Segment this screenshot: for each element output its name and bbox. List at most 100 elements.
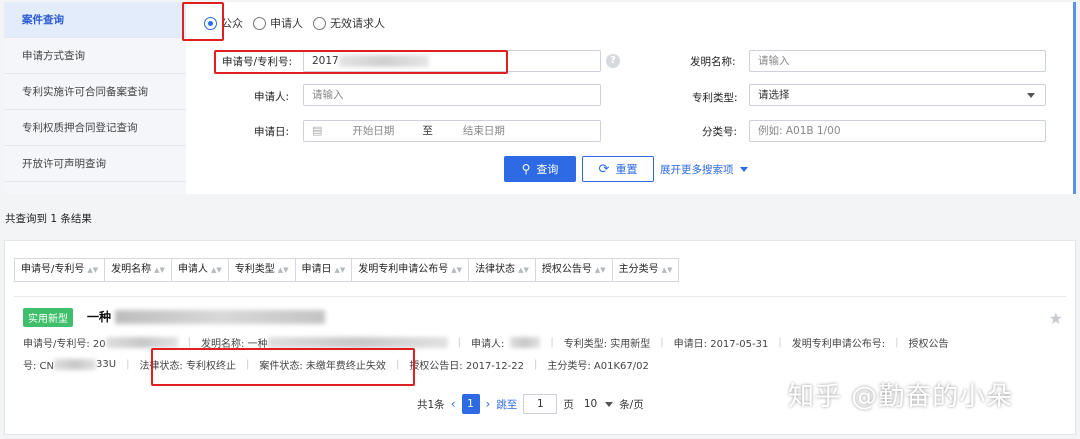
sort-invention-name[interactable]: 发明名称 ▲▼ — [104, 258, 172, 282]
search-button[interactable]: ⚲ 查询 — [504, 156, 576, 182]
class-no-input[interactable]: 例如: A01B 1/00 — [749, 120, 1046, 142]
chevron-down-icon — [739, 167, 748, 172]
invention-name-input[interactable]: 请输入 — [749, 50, 1046, 72]
search-panel: 案件查询 申请方式查询 专利实施许可合同备案查询 专利权质押合同登记查询 开放许… — [4, 2, 1076, 194]
reset-button[interactable]: ⟳ 重置 — [582, 156, 654, 182]
radio-invalidation-requester[interactable]: 无效请求人 — [313, 15, 385, 31]
chevron-down-icon — [1027, 93, 1035, 98]
sidebar-item-case-query[interactable]: 案件查询 — [4, 2, 186, 38]
radio-applicant-label: 申请人 — [270, 17, 303, 30]
sort-invention-name-label: 发明名称 — [111, 264, 152, 275]
redacted-grant-no — [54, 359, 97, 370]
sort-app-no[interactable]: 申请号/专利号 ▲▼ — [14, 258, 106, 282]
calendar-icon: ▤ — [312, 124, 323, 137]
radio-invalidation-requester-label: 无效请求人 — [330, 17, 385, 30]
sort-legal-status[interactable]: 法律状态 ▲▼ — [468, 258, 536, 282]
applicant-label: 申请人: — [254, 91, 290, 103]
sort-icon: ▲▼ — [87, 265, 99, 274]
sort-grant-no-label: 授权公告号 — [541, 264, 592, 275]
page-size-value: 10 — [583, 398, 598, 410]
result-count: 共查询到 1 条结果 — [5, 213, 92, 225]
meta-app-date: 申请日: 2017-05-31 — [673, 339, 769, 350]
star-icon[interactable]: ★ — [1049, 309, 1063, 328]
separator: | — [660, 337, 664, 348]
result-title-link[interactable]: 一种 — [87, 308, 326, 325]
sidebar-item-license-contract-query[interactable]: 专利实施许可合同备案查询 — [4, 74, 186, 110]
meta-main-class: 主分类号: A01K67/02 — [547, 361, 649, 372]
search-icon: ⚲ — [521, 162, 531, 176]
patent-type-placeholder: 请选择 — [758, 89, 790, 101]
sort-legal-status-label: 法律状态 — [475, 264, 516, 275]
patent-type-label: 专利类型: — [692, 92, 738, 104]
sidebar-item-application-method-query[interactable]: 申请方式查询 — [4, 38, 186, 74]
invention-name-label: 发明名称: — [690, 56, 736, 68]
watermark: 知乎 @勤奋的小朵 — [788, 382, 1014, 412]
sort-icon: ▲▼ — [334, 265, 346, 274]
result-title-prefix: 一种 — [87, 310, 112, 324]
separator: | — [895, 337, 899, 348]
app-date-range[interactable]: ▤ 开始日期 至 结束日期 — [303, 120, 601, 142]
sort-main-class[interactable]: 主分类号 ▲▼ — [611, 258, 680, 282]
sort-bar: 申请号/专利号 ▲▼ 发明名称 ▲▼ 申请人 ▲▼ 专利类型 ▲▼ 申请日 ▲▼ 发明专利… — [14, 258, 680, 282]
app-date-label: 申请日: — [254, 126, 290, 138]
sort-icon: ▲▼ — [154, 265, 165, 274]
start-date-input[interactable]: 开始日期 — [352, 121, 422, 141]
sort-icon: ▲▼ — [594, 265, 606, 274]
chevron-down-icon — [605, 401, 614, 407]
meta-app-no: 申请号/专利号: 20 — [23, 339, 106, 350]
sort-publication-no[interactable]: 发明专利申请公布号 ▲▼ — [351, 258, 470, 282]
radio-applicant-indicator[interactable] — [253, 16, 266, 30]
jump-page-input[interactable]: 1 — [523, 394, 558, 414]
highlight-status — [151, 348, 415, 386]
redacted-title — [115, 309, 326, 324]
redacted-applicant — [510, 337, 541, 348]
sort-app-no-label: 申请号/专利号 — [21, 264, 85, 275]
redacted-app-no — [105, 337, 178, 348]
radio-public-label: 公众 — [221, 17, 243, 30]
meta-publication-no: 发明专利申请公布号: — [791, 339, 886, 350]
separator: | — [126, 359, 130, 370]
sort-applicant[interactable]: 申请人 ▲▼ — [170, 258, 229, 282]
sidebar: 案件查询 申请方式查询 专利实施许可合同备案查询 专利权质押合同登记查询 开放许… — [4, 2, 186, 194]
prev-page-icon[interactable]: ‹ — [451, 397, 456, 411]
meta-grant-no-start: 授权公告 — [908, 339, 949, 350]
meta-patent-type: 专利类型: 实用新型 — [563, 339, 651, 350]
help-icon[interactable]: ? — [606, 54, 620, 68]
sort-app-date-label: 申请日 — [301, 264, 332, 275]
sort-main-class-label: 主分类号 — [618, 264, 659, 275]
page-suffix: 页 — [563, 398, 574, 411]
sort-patent-type[interactable]: 专利类型 ▲▼ — [227, 258, 296, 282]
separator: | — [533, 359, 538, 370]
patent-type-select[interactable]: 请选择 — [749, 84, 1046, 106]
page-size-select[interactable]: 10 — [583, 398, 614, 410]
separator: | — [550, 337, 554, 348]
pagination-total: 共1条 — [417, 398, 445, 411]
sort-icon: ▲▼ — [277, 265, 289, 274]
sort-publication-no-label: 发明专利申请公布号 — [358, 264, 449, 275]
end-date-input[interactable]: 结束日期 — [463, 121, 505, 141]
expand-more-filters-link[interactable]: 展开更多搜索项 — [660, 162, 748, 177]
applicant-input[interactable]: 请输入 — [303, 84, 601, 106]
sort-app-date[interactable]: 申请日 ▲▼ — [294, 258, 353, 282]
sort-icon: ▲▼ — [210, 265, 222, 274]
next-page-icon[interactable]: › — [486, 397, 491, 411]
class-no-label: 分类号: — [702, 126, 738, 138]
meta-grant-no: 号: CN — [23, 361, 55, 372]
jump-to-label: 跳至 — [496, 398, 518, 411]
sort-icon: ▲▼ — [661, 265, 673, 274]
page-1-button[interactable]: 1 — [461, 394, 480, 414]
sort-icon: ▲▼ — [518, 265, 529, 274]
user-type-radio-group: 公众 申请人 无效请求人 — [204, 15, 391, 31]
pagination: 共1条 ‹ 1 › 跳至 1 页 10 条/页 — [417, 394, 644, 414]
sort-icon: ▲▼ — [451, 265, 463, 274]
sidebar-item-open-license-query[interactable]: 开放许可声明查询 — [4, 146, 186, 182]
refresh-icon: ⟳ — [598, 161, 610, 177]
sort-applicant-label: 申请人 — [177, 264, 208, 275]
sidebar-item-pledge-contract-query[interactable]: 专利权质押合同登记查询 — [4, 110, 186, 146]
radio-applicant[interactable]: 申请人 — [253, 15, 303, 31]
radio-invalidation-requester-indicator[interactable] — [313, 16, 326, 30]
sort-grant-no[interactable]: 授权公告号 ▲▼ — [534, 258, 613, 282]
date-range-separator: 至 — [422, 125, 433, 137]
applicant-placeholder: 请输入 — [312, 89, 344, 101]
meta-grant-date: 授权公告日: 2017-12-22 — [409, 361, 524, 372]
